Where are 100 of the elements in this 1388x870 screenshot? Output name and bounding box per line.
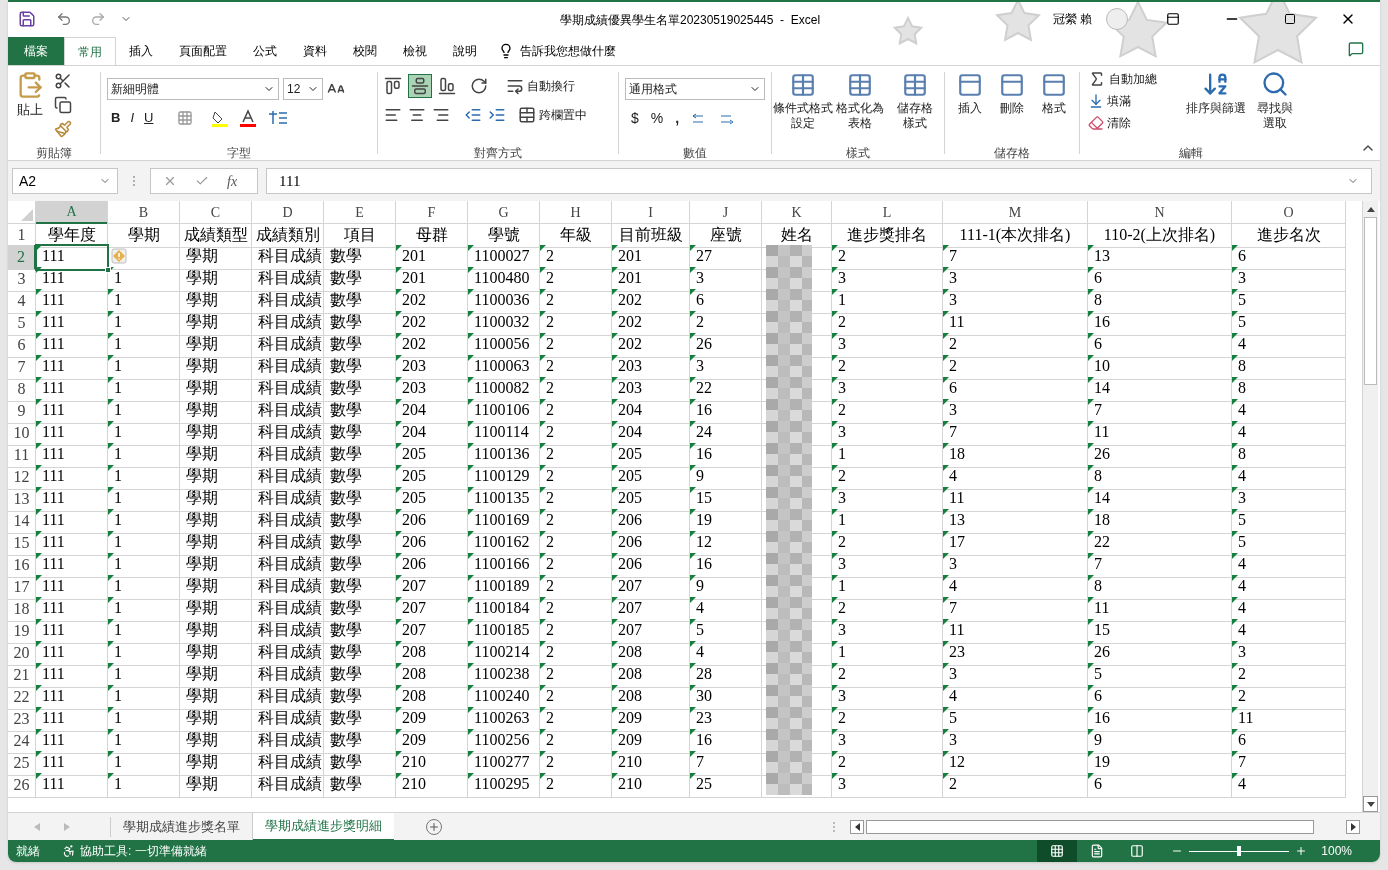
ribbon-tab[interactable]: 檢視 bbox=[390, 37, 440, 65]
decrease-indent-icon[interactable] bbox=[464, 106, 482, 124]
row-header[interactable]: 11 bbox=[8, 443, 36, 468]
scroll-right-icon[interactable] bbox=[1346, 819, 1360, 834]
row-header[interactable]: 2 bbox=[8, 245, 36, 270]
column-header[interactable]: A bbox=[36, 201, 108, 224]
sheet-tab[interactable]: 學期成績進步獎明細 bbox=[253, 812, 394, 841]
ribbon-button[interactable]: 插入 bbox=[952, 72, 988, 116]
ribbon-tab[interactable]: 插入 bbox=[116, 37, 166, 65]
view-button[interactable] bbox=[1037, 840, 1078, 862]
row-header[interactable]: 7 bbox=[8, 355, 36, 380]
row-header[interactable]: 6 bbox=[8, 333, 36, 358]
align-bottom-icon[interactable] bbox=[438, 77, 456, 95]
format-painter-icon[interactable] bbox=[54, 120, 72, 138]
formula-field[interactable]: 111 bbox=[266, 168, 1372, 194]
align-left-icon[interactable] bbox=[384, 106, 402, 124]
ribbon-button[interactable]: 刪除 bbox=[994, 72, 1030, 116]
zoom-in-icon[interactable] bbox=[1295, 845, 1308, 857]
vertical-scrollbar[interactable] bbox=[1362, 201, 1378, 812]
row-header[interactable]: 22 bbox=[8, 685, 36, 710]
orientation-icon[interactable] bbox=[470, 77, 488, 95]
align-middle-button[interactable] bbox=[408, 74, 432, 98]
column-header[interactable]: C bbox=[180, 201, 252, 224]
column-header[interactable]: L bbox=[832, 201, 943, 224]
align-right-icon[interactable] bbox=[432, 106, 450, 124]
tell-me-field[interactable]: 告訴我您想做什麼 bbox=[490, 37, 624, 65]
scroll-left-icon[interactable] bbox=[850, 819, 864, 834]
number-format-field[interactable]: 通用格式 bbox=[625, 78, 765, 100]
column-header[interactable]: B bbox=[108, 201, 180, 224]
column-header[interactable]: K bbox=[762, 201, 832, 224]
row-header[interactable]: 19 bbox=[8, 619, 36, 644]
zoom-slider[interactable] bbox=[1189, 846, 1290, 856]
merge-center-button[interactable]: 跨欄置中 bbox=[518, 106, 587, 124]
ribbon-tab[interactable]: 常用 bbox=[64, 37, 116, 65]
currency-button[interactable]: $ bbox=[631, 108, 639, 129]
column-header[interactable]: F bbox=[396, 201, 468, 224]
ribbon-button[interactable]: 格式 bbox=[1036, 72, 1072, 116]
ribbon-tab[interactable]: 頁面配置 bbox=[166, 37, 240, 65]
align-top-icon[interactable] bbox=[384, 77, 402, 95]
row-header[interactable]: 18 bbox=[8, 597, 36, 622]
row-header[interactable]: 25 bbox=[8, 751, 36, 776]
comma-button[interactable]: , bbox=[675, 108, 680, 129]
grip-icon[interactable] bbox=[832, 820, 836, 833]
column-header[interactable]: J bbox=[690, 201, 762, 224]
row-header[interactable]: 9 bbox=[8, 399, 36, 424]
row-header[interactable]: 23 bbox=[8, 707, 36, 732]
increase-indent-icon[interactable] bbox=[488, 106, 506, 124]
row-header[interactable]: 4 bbox=[8, 289, 36, 314]
grip-icon[interactable] bbox=[132, 175, 136, 187]
font-size-field[interactable]: 12 bbox=[283, 78, 323, 100]
file-tab[interactable]: 檔案 bbox=[8, 37, 64, 65]
autosum-button[interactable]: 自動加總 bbox=[1088, 70, 1176, 88]
row-header[interactable]: 13 bbox=[8, 487, 36, 512]
ribbon-tab[interactable]: 資料 bbox=[290, 37, 340, 65]
copy-icon[interactable] bbox=[54, 96, 72, 114]
percent-button[interactable]: % bbox=[650, 108, 664, 129]
bold-button[interactable]: B bbox=[111, 108, 121, 128]
ribbon-button[interactable]: 儲存格 樣式 bbox=[889, 72, 940, 131]
row-header[interactable]: 17 bbox=[8, 575, 36, 600]
cancel-icon[interactable] bbox=[163, 174, 177, 188]
row-header[interactable]: 15 bbox=[8, 531, 36, 556]
row-header[interactable]: 12 bbox=[8, 465, 36, 490]
ribbon-button[interactable]: 排序與篩選 bbox=[1185, 70, 1246, 132]
ribbon-display-icon[interactable] bbox=[1166, 11, 1180, 26]
row-header[interactable]: 8 bbox=[8, 377, 36, 402]
comments-icon[interactable] bbox=[1348, 41, 1364, 57]
maximize-icon[interactable] bbox=[1284, 12, 1296, 25]
clear-button[interactable]: 清除 bbox=[1088, 114, 1176, 132]
ribbon-tab[interactable]: 公式 bbox=[240, 37, 290, 65]
horizontal-scrollbar[interactable] bbox=[866, 819, 1314, 834]
ribbon-button[interactable]: 格式化為 表格 bbox=[834, 72, 885, 131]
wrap-text-button[interactable]: 自動換行 bbox=[506, 77, 575, 95]
row-header[interactable]: 21 bbox=[8, 663, 36, 688]
ribbon-tab[interactable]: 說明 bbox=[440, 37, 490, 65]
row-header[interactable]: 24 bbox=[8, 729, 36, 754]
undo-icon[interactable] bbox=[56, 10, 72, 27]
row-header[interactable]: 26 bbox=[8, 773, 36, 798]
font-color-icon[interactable] bbox=[239, 108, 258, 127]
row-header[interactable]: 10 bbox=[8, 421, 36, 446]
phonetic-icon[interactable] bbox=[267, 108, 290, 127]
column-header[interactable]: M bbox=[943, 201, 1088, 224]
insert-function-button[interactable]: fx bbox=[227, 170, 238, 192]
paste-button[interactable]: 貼上 bbox=[12, 70, 48, 146]
name-box[interactable]: A2 bbox=[12, 168, 118, 194]
font-name-field[interactable]: 新細明體 bbox=[107, 78, 279, 100]
italic-button[interactable]: I bbox=[130, 108, 134, 128]
row-header[interactable]: 16 bbox=[8, 553, 36, 578]
row-header[interactable]: 5 bbox=[8, 311, 36, 336]
save-icon[interactable] bbox=[18, 9, 36, 28]
column-header[interactable]: N bbox=[1088, 201, 1232, 224]
align-center-icon[interactable] bbox=[408, 106, 426, 124]
row-header[interactable]: 14 bbox=[8, 509, 36, 534]
row-header[interactable]: 20 bbox=[8, 641, 36, 666]
underline-button[interactable]: U bbox=[144, 108, 154, 128]
column-header[interactable]: E bbox=[324, 201, 396, 224]
fill-button[interactable]: 填滿 bbox=[1088, 92, 1176, 110]
ribbon-tab[interactable]: 校閱 bbox=[340, 37, 390, 65]
column-header[interactable]: I bbox=[612, 201, 690, 224]
border-icon[interactable] bbox=[177, 109, 194, 126]
accessibility-status[interactable]: 協助工具: 一切準備就緒 bbox=[62, 842, 207, 860]
